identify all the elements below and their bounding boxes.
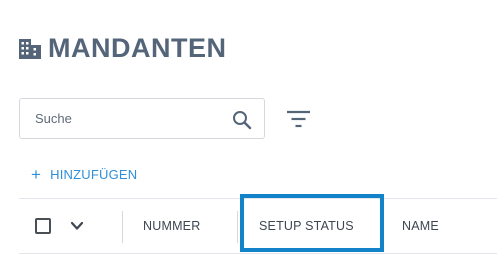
building-icon	[19, 38, 41, 59]
plus-icon: +	[31, 165, 42, 184]
add-button[interactable]: + HINZUFÜGEN	[31, 166, 137, 183]
page-title: MANDANTEN	[48, 33, 227, 63]
table-header: NUMMER SETUP STATUS NAME	[19, 198, 497, 254]
search-input[interactable]	[20, 99, 235, 138]
column-header-name[interactable]: NAME	[402, 219, 439, 233]
column-divider	[122, 211, 123, 243]
column-header-nummer[interactable]: NUMMER	[143, 219, 200, 233]
page-header: MANDANTEN	[18, 33, 226, 64]
add-button-label: HINZUFÜGEN	[50, 167, 138, 182]
column-divider	[237, 211, 238, 243]
select-all-checkbox[interactable]	[35, 218, 51, 234]
chevron-down-icon[interactable]	[70, 220, 84, 232]
column-header-setup-status[interactable]: SETUP STATUS	[259, 219, 354, 233]
search-box[interactable]	[19, 98, 265, 139]
filter-icon[interactable]	[287, 110, 310, 128]
search-icon[interactable]	[232, 110, 252, 130]
